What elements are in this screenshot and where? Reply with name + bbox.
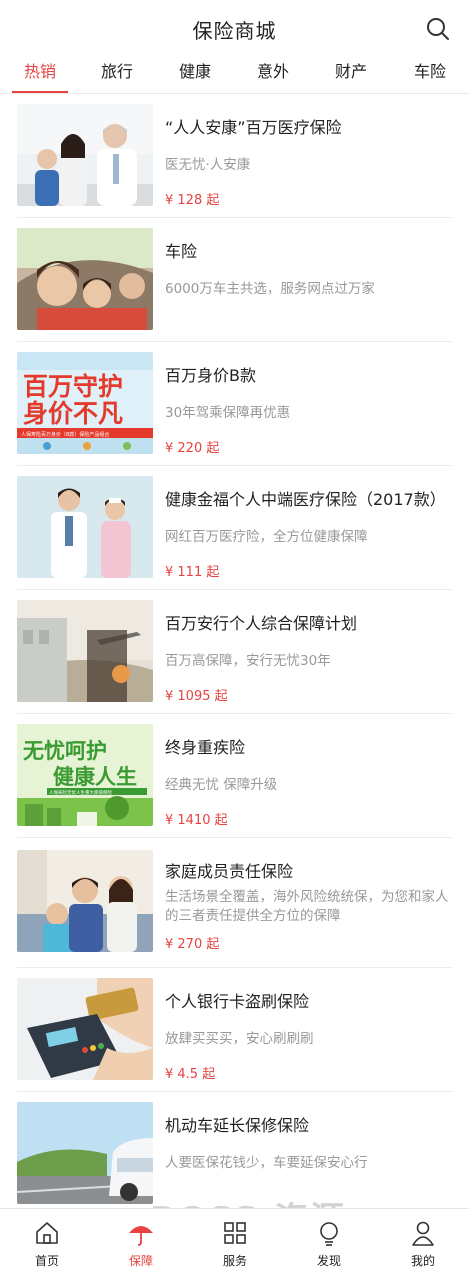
product-image-healthy-life: 无忧呵护 健康人生 人保寿险无忧人生重大疾病保险: [17, 724, 153, 826]
bulb-icon: [320, 1222, 338, 1246]
header: 保险商城: [0, 0, 469, 58]
product-subtitle: 网红百万医疗险，全方位健康保障: [165, 529, 368, 545]
search-icon: [427, 18, 449, 40]
nav-discover[interactable]: 发现: [282, 1209, 376, 1280]
category-tabs: 热销 旅行 健康 意外 财产 车险: [0, 58, 469, 94]
tab-property[interactable]: 财产: [312, 58, 390, 94]
active-tab-indicator: [12, 91, 68, 93]
product-subtitle: 百万高保障，安行无忧30年: [165, 653, 331, 669]
product-subtitle: 经典无忧 保障升级: [165, 777, 278, 793]
umbrella-icon: [129, 1226, 153, 1246]
image-caption: 人保寿险百万身价（B款）保险产品组合: [21, 431, 109, 438]
nav-label: 首页: [34, 1254, 59, 1268]
product-image-card-reader: [17, 978, 153, 1080]
product-title: 机动车延长保修保险: [165, 1116, 310, 1135]
product-item[interactable]: “人人安康”百万医疗保险 医无忧·人安康 ¥ 128 起: [0, 94, 469, 218]
product-item[interactable]: 个人银行卡盗刷保险 放肆买买买，安心刷刷刷 ¥ 4.5 起: [0, 968, 469, 1092]
user-icon: [412, 1221, 434, 1246]
product-image-million-guard: 百万守护 身价不凡 人保寿险百万身价（B款）保险产品组合: [17, 352, 153, 454]
tab-health[interactable]: 健康: [156, 58, 234, 94]
product-title: 终身重疾险: [165, 738, 246, 757]
product-image-doctor-nurse: [17, 476, 153, 578]
product-subtitle: 6000万车主共选，服务网点过万家: [165, 281, 375, 297]
product-price: ¥ 4.5 起: [165, 1067, 216, 1082]
image-headline-2: 健康人生: [53, 765, 137, 789]
product-subtitle: 放肆买买买，安心刷刷刷: [165, 1031, 314, 1047]
product-title: 百万安行个人综合保障计划: [165, 614, 358, 633]
search-button[interactable]: [425, 16, 451, 42]
product-price: ¥ 1095 起: [165, 689, 228, 704]
insurance-mall-page: 保险商城 热销 旅行 健康 意外 财产 车险 “人人安康”百万医疗保险 医无忧·…: [0, 0, 469, 1280]
tab-hot[interactable]: 热销: [1, 58, 79, 94]
product-image-travel-plane: [17, 600, 153, 702]
product-price: ¥ 270 起: [165, 937, 220, 952]
product-title: 车险: [165, 242, 198, 261]
image-headline-2: 身价不凡: [23, 399, 123, 428]
product-image-family-doctor: [17, 104, 153, 206]
tab-accident[interactable]: 意外: [234, 58, 312, 94]
page-title: 保险商城: [192, 18, 277, 43]
nav-mine[interactable]: 我的: [376, 1209, 469, 1280]
product-subtitle: 人要医保花钱少，车要延保安心行: [165, 1155, 368, 1171]
home-icon: [36, 1222, 58, 1244]
product-price: ¥ 1410 起: [165, 813, 228, 828]
product-item[interactable]: 百万守护 身价不凡 人保寿险百万身价（B款）保险产品组合 百万身价B款 30年驾…: [0, 342, 469, 466]
product-item[interactable]: 百万安行个人综合保障计划 百万高保障，安行无忧30年 ¥ 1095 起: [0, 590, 469, 714]
image-headline-1: 百万守护: [23, 372, 123, 401]
bottom-nav: 首页 保障 服务 发现 我的: [0, 1208, 469, 1280]
product-image-white-car: [17, 1102, 153, 1204]
nav-home[interactable]: 首页: [0, 1209, 94, 1280]
product-item[interactable]: 健康金福个人中端医疗保险（2017款） 网红百万医疗险，全方位健康保障 ¥ 11…: [0, 466, 469, 590]
product-title: 百万身价B款: [165, 366, 256, 385]
product-item[interactable]: 家庭成员责任保险 生活场景全覆盖，海外风险统统保，为您和家人的三者责任提供全方位…: [0, 838, 469, 968]
product-subtitle: 生活场景全覆盖，海外风险统统保，为您和家人的三者责任提供全方位的保障: [165, 889, 449, 924]
tab-auto[interactable]: 车险: [391, 58, 469, 94]
product-subtitle: 30年驾乘保障再优惠: [165, 405, 291, 421]
product-subtitle: 医无忧·人安康: [165, 157, 251, 173]
image-headline-1: 无忧呵护: [23, 739, 107, 763]
product-title: “人人安康”百万医疗保险: [165, 118, 342, 137]
tab-travel[interactable]: 旅行: [78, 58, 156, 94]
nav-label: 服务: [222, 1254, 247, 1268]
product-image-family-sofa: [17, 850, 153, 952]
nav-label: 我的: [410, 1254, 435, 1268]
product-item[interactable]: 车险 6000万车主共选，服务网点过万家: [0, 218, 469, 342]
product-price: ¥ 128 起: [165, 193, 220, 208]
product-title: 家庭成员责任保险: [165, 862, 294, 881]
nav-service[interactable]: 服务: [188, 1209, 282, 1280]
product-price: ¥ 220 起: [165, 441, 220, 456]
image-caption: 人保寿险无忧人生重大疾病保险: [49, 789, 112, 796]
grid-icon: [224, 1222, 246, 1244]
nav-label: 保障: [128, 1254, 153, 1268]
nav-protection[interactable]: 保障: [94, 1209, 188, 1280]
nav-label: 发现: [316, 1254, 341, 1268]
product-title: 健康金福个人中端医疗保险（2017款）: [165, 490, 446, 509]
product-title: 个人银行卡盗刷保险: [165, 992, 310, 1011]
product-image-car-family: [17, 228, 153, 330]
product-item[interactable]: 无忧呵护 健康人生 人保寿险无忧人生重大疾病保险 终身重疾险 经典无忧 保障升级…: [0, 714, 469, 838]
product-price: ¥ 111 起: [165, 565, 220, 580]
